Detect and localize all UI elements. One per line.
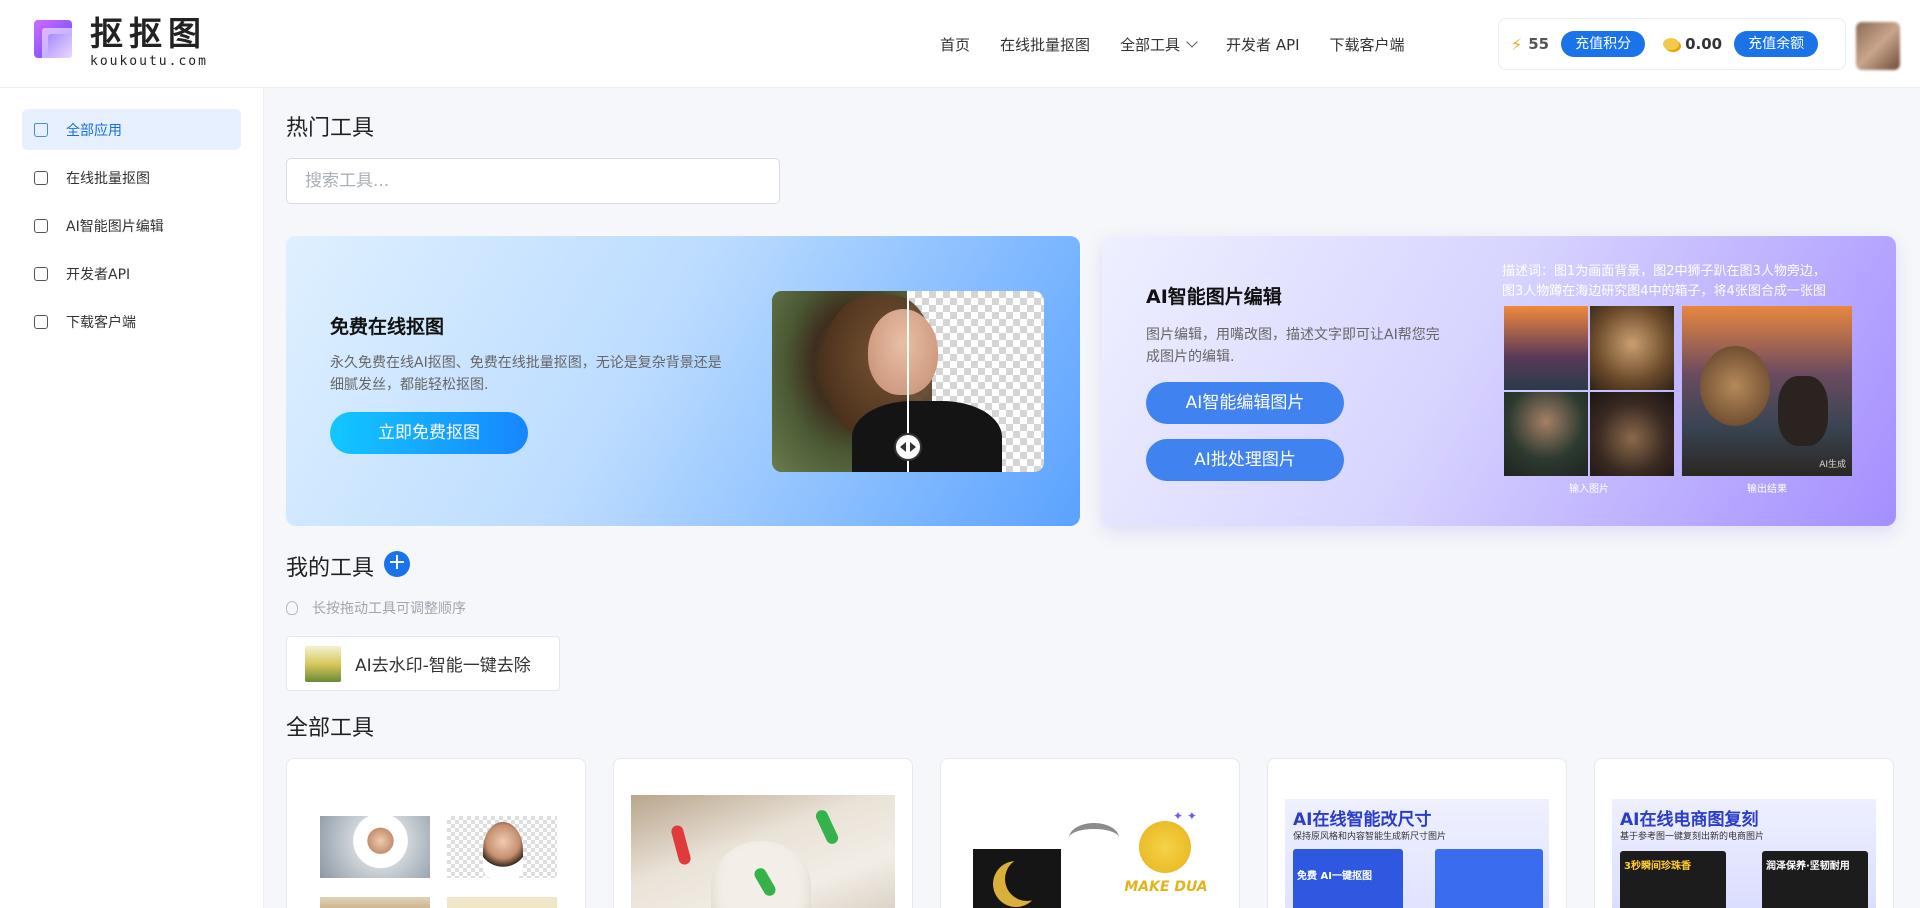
points-value: 55: [1528, 35, 1550, 53]
compare-slider-handle[interactable]: [894, 433, 922, 461]
input-images-label: 输入图片: [1569, 484, 1609, 495]
hot-tools-title: 热门工具: [286, 116, 375, 141]
lightning-icon: ⚡: [1511, 34, 1523, 54]
portrait-before-image: [320, 816, 430, 878]
sidebar-item-download[interactable]: 下载客户端: [22, 301, 241, 342]
main-content: 热门工具 免费在线抠图 永久免费在线AI抠图、免费在线批量抠图，无论是复杂背景还…: [286, 88, 1896, 908]
banner2-title: AI智能图片编辑: [1146, 286, 1282, 308]
balance-value: 0.00: [1685, 35, 1723, 53]
drag-hint: 长按拖动工具可调整顺序: [286, 598, 466, 618]
top-nav: 首页 在线批量抠图 全部工具 开发者 API 下载客户端: [940, 0, 1435, 88]
portrait-icon: [34, 170, 48, 185]
resize-promo-image: AI在线智能改尺寸 保持原风格和内容智能生成新尺寸图片 免费 AI一键抠图: [1285, 799, 1549, 908]
banner2-desc: 图片编辑，用嘴改图，描述文字即可让AI帮您完成图片的编辑.: [1146, 327, 1440, 365]
sidebar-item-batch-cutout[interactable]: 在线批量抠图: [22, 157, 241, 198]
my-tools-title: 我的工具: [286, 556, 375, 581]
cutout-compare-image[interactable]: [772, 291, 1044, 472]
logo-title: 抠抠图: [90, 14, 207, 53]
recharge-points-button[interactable]: 充值积分: [1561, 31, 1646, 57]
prompt-caption: 描述词：图1为画面背景，图2中狮子趴在图3人物旁边， 图3人物蹲在海边研究图4中…: [1502, 264, 1826, 299]
ai-edit-banner[interactable]: AI智能图片编辑 图片编辑，用嘴改图，描述文字即可让AI帮您完成图片的编辑. A…: [1102, 236, 1896, 526]
add-tool-button[interactable]: +: [384, 551, 410, 577]
recharge-balance-button[interactable]: 充值余额: [1734, 31, 1819, 57]
output-result-label: 输出结果: [1747, 484, 1787, 495]
portrait-after-image: [447, 816, 557, 878]
lightbulb-icon: [286, 601, 298, 615]
ecommerce-promo-image: AI在线电商图复刻 基于参考图一键复刻出新的电商图片 3秒瞬间珍珠香 润泽保养·…: [1612, 799, 1876, 908]
ai-batch-process-button[interactable]: AI批处理图片: [1146, 439, 1344, 481]
sidebar-item-developer-api[interactable]: 开发者API: [22, 253, 241, 294]
beanie-photo: [631, 795, 895, 908]
all-tools-title: 全部工具: [286, 716, 375, 741]
account-panel: ⚡ 55 充值积分 0.00 充值余额: [1498, 18, 1846, 70]
coin-icon: [1663, 38, 1680, 50]
free-cutout-banner[interactable]: 免费在线抠图 永久免费在线AI抠图、免费在线批量抠图，无论是复杂背景还是细腻发丝…: [286, 236, 1080, 526]
my-tool-card-watermark-remover[interactable]: AI去水印-智能一键去除: [286, 636, 560, 691]
search-input[interactable]: [286, 158, 780, 204]
tool-card-1[interactable]: [286, 758, 586, 908]
banner1-desc: 永久免费在线AI抠图、免费在线批量抠图，无论是复杂背景还是细腻发丝，都能轻松抠图…: [330, 355, 722, 393]
moon-icon-before: [973, 849, 1061, 908]
tool-card-4[interactable]: AI在线智能改尺寸 保持原风格和内容智能生成新尺寸图片 免费 AI一键抠图: [1267, 758, 1567, 908]
free-cutout-button[interactable]: 立即免费抠图: [330, 412, 528, 454]
chevron-down-icon: [1186, 36, 1198, 48]
nav-batch-cutout[interactable]: 在线批量抠图: [1000, 34, 1090, 55]
nav-all-tools[interactable]: 全部工具: [1120, 34, 1198, 55]
tool-card-3[interactable]: MAKE DUA ✦ ✦: [940, 758, 1240, 908]
sidebar-item-all-apps[interactable]: 全部应用: [22, 109, 241, 150]
output-image: AI生成: [1682, 306, 1852, 476]
nav-home[interactable]: 首页: [940, 34, 970, 55]
ai-generated-watermark: AI生成: [1819, 460, 1846, 470]
banner1-title: 免费在线抠图: [330, 316, 445, 338]
nav-developer-api[interactable]: 开发者 API: [1226, 34, 1300, 55]
input-image-1: [1504, 306, 1588, 390]
tool-thumbnail: [305, 645, 341, 682]
logo-mark-icon: [34, 16, 80, 62]
sidebar-item-ai-edit[interactable]: AI智能图片编辑: [22, 205, 241, 246]
download-icon: [34, 314, 48, 329]
top-header: 抠抠图 koukoutu.com 首页 在线批量抠图 全部工具 开发者 API …: [0, 0, 1920, 88]
api-icon: [34, 266, 48, 281]
input-image-4: [1590, 392, 1674, 476]
logo-domain: koukoutu.com: [90, 54, 208, 69]
nav-download-client[interactable]: 下载客户端: [1330, 34, 1405, 55]
tool-card-5[interactable]: AI在线电商图复刻 基于参考图一键复刻出新的电商图片 3秒瞬间珍珠香 润泽保养·…: [1594, 758, 1894, 908]
input-image-2: [1590, 306, 1674, 390]
sidebar: 全部应用 在线批量抠图 AI智能图片编辑 开发者API 下载客户端: [0, 88, 264, 908]
site-logo[interactable]: 抠抠图 koukoutu.com: [34, 16, 224, 72]
edit-icon: [34, 218, 48, 233]
ai-edit-image-button[interactable]: AI智能编辑图片: [1146, 382, 1344, 424]
make-dua-output: MAKE DUA ✦ ✦: [1124, 809, 1208, 895]
input-image-3: [1504, 392, 1588, 476]
avatar[interactable]: [1856, 22, 1900, 70]
arrow-icon: [1069, 823, 1119, 853]
tool-card-2[interactable]: [613, 758, 913, 908]
home-icon: [34, 122, 48, 137]
